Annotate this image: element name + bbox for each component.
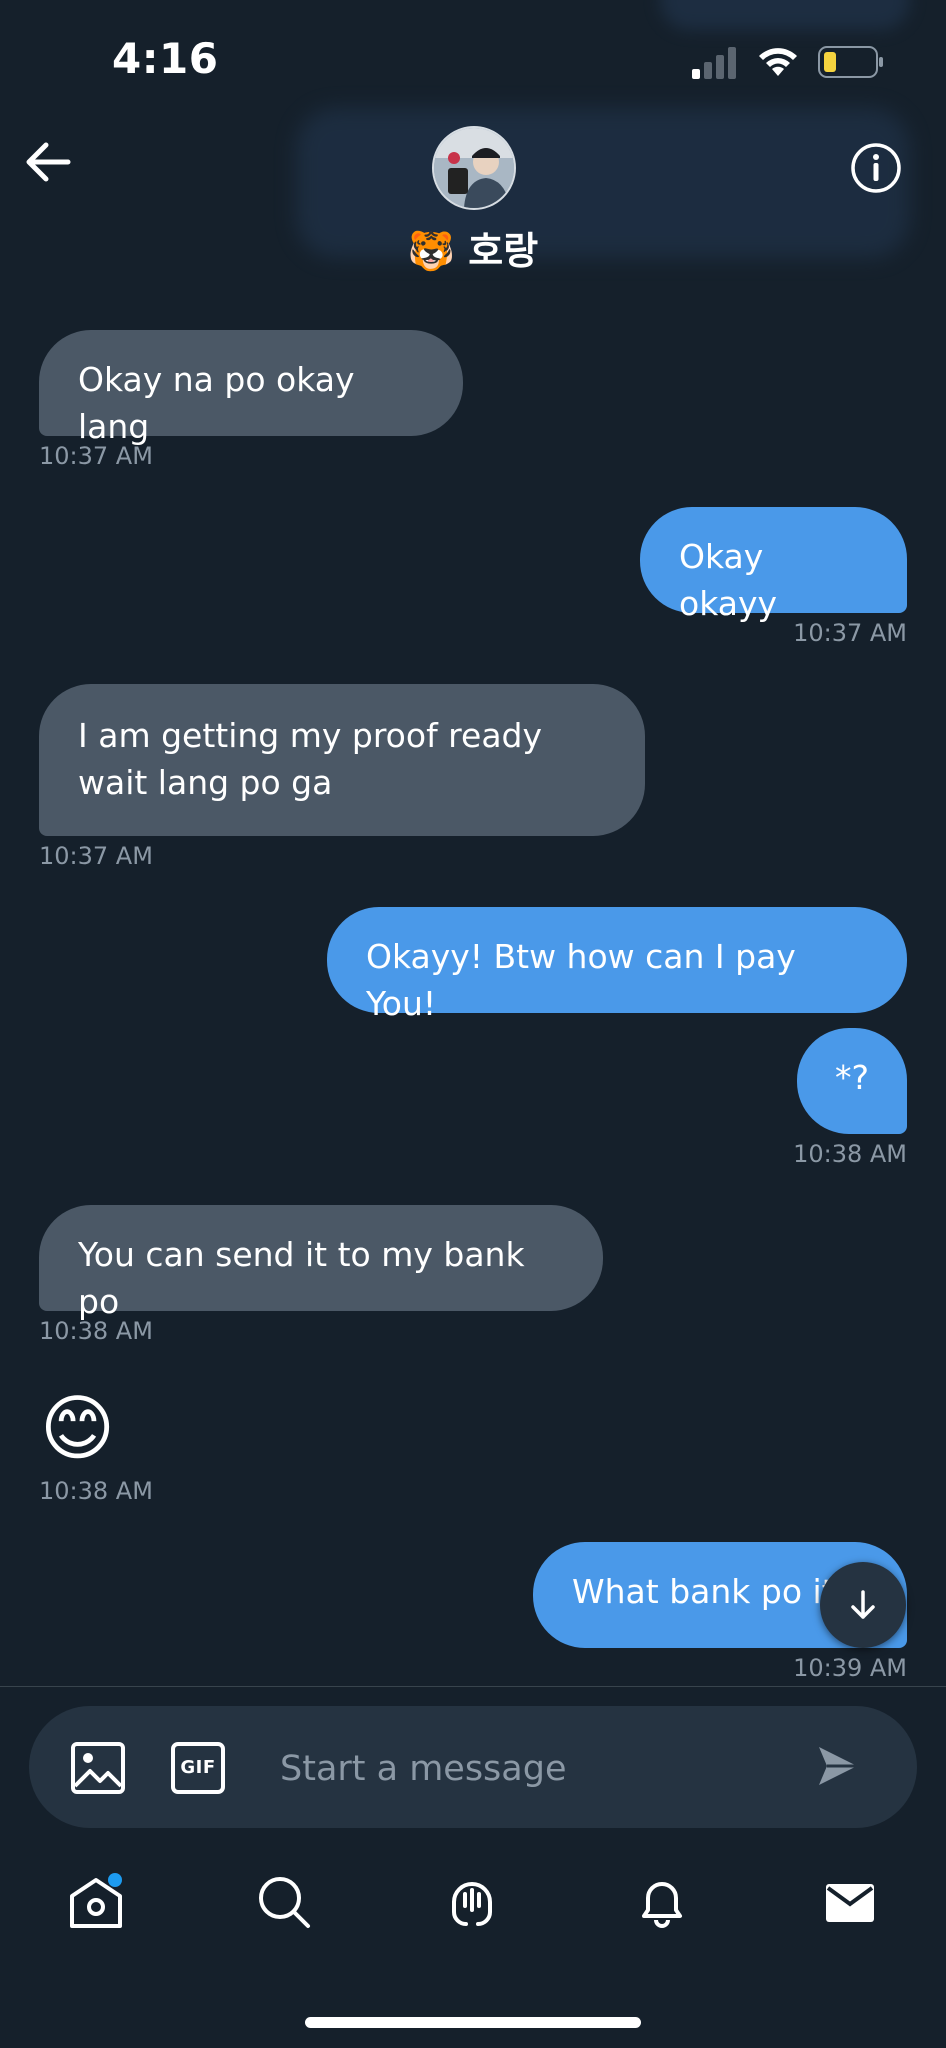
message-timestamp: 10:38 AM [39, 1477, 153, 1505]
status-time: 4:16 [112, 34, 219, 83]
message-timestamp: 10:39 AM [793, 1654, 907, 1682]
battery-icon [818, 46, 884, 82]
message-bubble-sent[interactable]: *? [797, 1028, 907, 1134]
message-timestamp: 10:37 AM [793, 619, 907, 647]
messages-icon[interactable] [820, 1872, 880, 1936]
message-timestamp: 10:37 AM [39, 442, 153, 470]
message-bubble-received[interactable]: I am getting my proof ready wait lang po… [39, 684, 645, 836]
message-bubble-sent[interactable]: Okayy! Btw how can I pay You! [327, 907, 907, 1023]
send-icon[interactable] [816, 1744, 860, 1792]
message-input[interactable] [278, 1738, 782, 1800]
search-icon[interactable] [254, 1872, 314, 1936]
back-arrow-icon[interactable] [24, 140, 72, 188]
message-bubble-received[interactable]: You can send it to my bank po [39, 1205, 603, 1321]
notifications-icon[interactable] [632, 1872, 692, 1936]
home-icon[interactable] [66, 1872, 126, 1936]
message-timestamp: 10:37 AM [39, 842, 153, 870]
spaces-icon[interactable] [442, 1872, 502, 1936]
divider [0, 1686, 946, 1687]
scroll-down-button[interactable] [820, 1562, 906, 1648]
gif-label: GIF [180, 1757, 216, 1778]
conversation-title[interactable]: 🐯 호랑 [0, 220, 946, 275]
cellular-signal-icon [692, 47, 740, 83]
emoji-message[interactable]: 😊 [40, 1386, 115, 1470]
avatar[interactable] [432, 126, 516, 210]
info-icon[interactable] [850, 142, 902, 198]
wifi-icon [756, 46, 800, 82]
blurred-overlay [660, 0, 910, 30]
message-bubble-sent[interactable]: Okay okayy [640, 507, 907, 623]
gif-button[interactable]: GIF [170, 1741, 226, 1799]
message-timestamp: 10:38 AM [793, 1140, 907, 1168]
message-bubble-received[interactable]: Okay na po okay lang [39, 330, 463, 446]
message-timestamp: 10:38 AM [39, 1317, 153, 1345]
image-icon[interactable] [70, 1741, 126, 1799]
home-indicator [305, 2017, 641, 2028]
scroll-down-icon [851, 1590, 875, 1619]
